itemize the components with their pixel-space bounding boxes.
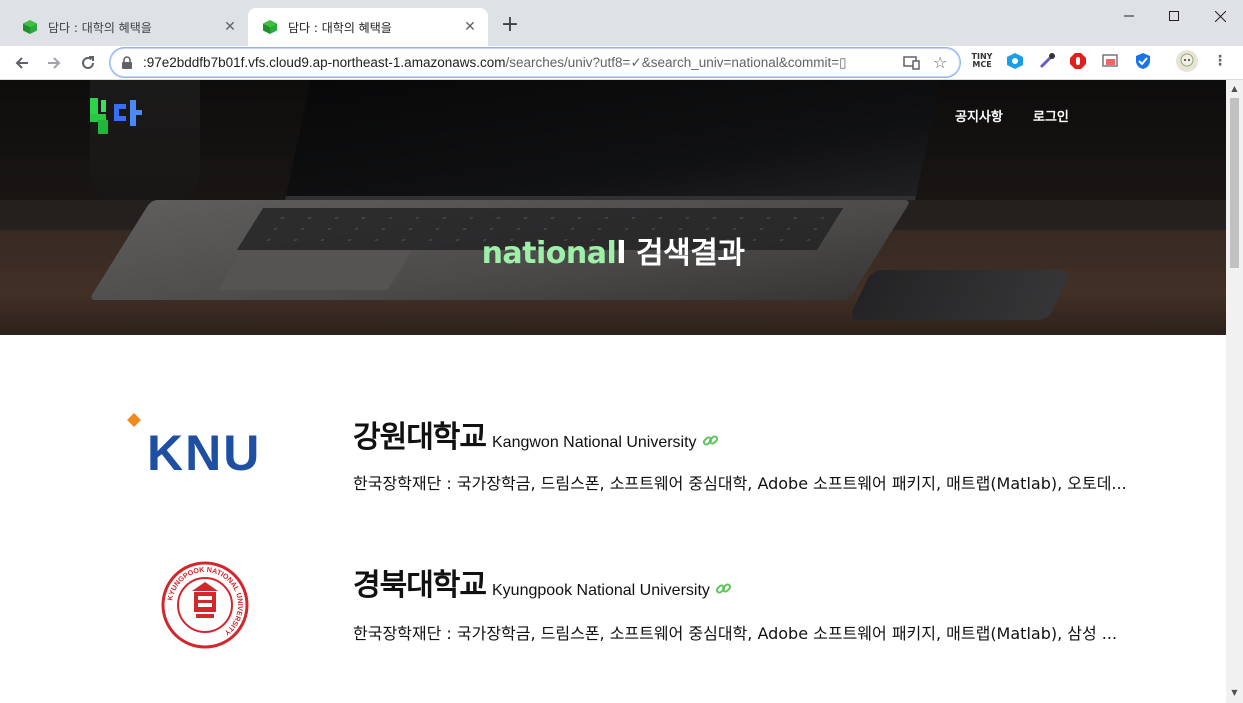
search-title-suffix: l 검색결과 [616, 236, 745, 271]
browser-tab-1[interactable]: 담다 : 대학의 혜택을 ✕ [8, 8, 248, 46]
arrow-right-icon [48, 57, 61, 69]
scroll-down-icon[interactable]: ▼ [1230, 688, 1239, 698]
search-result-title: nationall 검색결과 [0, 228, 1226, 272]
nav-notice-link[interactable]: 공지사항 [955, 106, 1003, 125]
cube-favicon-icon [263, 20, 277, 34]
page-viewport: 공지사항 로그인 nationall 검색결과 KNU 강원대학교 Kangwo… [0, 80, 1226, 703]
tab-title: 담다 : 대학의 혜택을 [48, 20, 152, 35]
university-name-row: 경북대학교 Kyungpook National University [353, 560, 732, 604]
eyedropper-icon[interactable] [1037, 51, 1057, 71]
logo-text: KNU [147, 425, 261, 480]
link-icon[interactable] [702, 432, 719, 449]
maximize-icon [1169, 11, 1179, 21]
forward-button[interactable] [40, 49, 68, 77]
screenshot-icon[interactable] [1100, 51, 1120, 71]
university-korean-name[interactable]: 경북대학교 [353, 560, 487, 604]
maximize-button[interactable] [1151, 0, 1197, 32]
university-english-name: Kyungpook National University [492, 582, 710, 599]
hero-banner: 공지사항 로그인 nationall 검색결과 [0, 80, 1226, 335]
minimize-icon [1124, 15, 1134, 17]
install-app-icon[interactable] [903, 55, 921, 71]
kyungpook-seal: KYUNGPOOK NATIONAL UNIVERSITY [161, 561, 249, 649]
university-benefits: 한국장학재단 : 국가장학금, 드림스폰, 소프트웨어 중심대학, Adobe … [353, 624, 1118, 643]
knu-logo: KNU [127, 413, 261, 480]
adblock-icon[interactable] [1068, 51, 1088, 71]
address-bar[interactable]: :97e2bddfb7b01f.vfs.cloud9.ap-northeast-… [110, 48, 960, 77]
university-logo[interactable]: KYUNGPOOK NATIONAL UNIVERSITY [120, 560, 290, 650]
close-icon [1214, 10, 1226, 22]
browser-menu-icon[interactable]: ⋮ [1210, 51, 1230, 71]
close-tab-icon[interactable]: ✕ [462, 19, 478, 35]
header-overlay [0, 80, 1226, 200]
url-path: /searches/univ?utf8=✓&search_univ=nation… [505, 55, 847, 70]
university-name-row: 강원대학교 Kangwon National University [353, 412, 719, 456]
minimize-button[interactable] [1106, 0, 1152, 32]
close-tab-icon[interactable]: ✕ [222, 19, 238, 35]
nav-login-link[interactable]: 로그인 [1033, 106, 1069, 125]
university-english-name: Kangwon National University [492, 434, 697, 451]
university-logo[interactable]: KNU [120, 400, 290, 490]
back-button[interactable] [8, 49, 36, 77]
reload-icon [82, 56, 94, 69]
page-scrollbar[interactable]: ▲ ▼ [1226, 80, 1243, 703]
university-korean-name[interactable]: 강원대학교 [353, 412, 487, 456]
lock-icon [122, 56, 132, 69]
arrow-left-icon [15, 57, 28, 69]
url-text[interactable]: :97e2bddfb7b01f.vfs.cloud9.ap-northeast-… [143, 55, 883, 71]
tab-title: 담다 : 대학의 혜택을 [288, 20, 392, 35]
cube-favicon-icon [23, 20, 37, 34]
search-keyword: national [481, 236, 617, 271]
shield-icon[interactable] [1133, 51, 1153, 71]
site-logo[interactable] [88, 94, 144, 138]
close-window-button[interactable] [1197, 0, 1243, 32]
browser-tab-2[interactable]: 담다 : 대학의 혜택을 ✕ [248, 8, 488, 46]
university-benefits: 한국장학재단 : 국가장학금, 드림스폰, 소프트웨어 중심대학, Adobe … [353, 474, 1127, 493]
new-tab-button[interactable]: + [498, 13, 522, 37]
reload-button[interactable] [74, 49, 102, 77]
tab-strip: 담다 : 대학의 혜택을 ✕ 담다 : 대학의 혜택을 ✕ + [0, 0, 1243, 46]
scroll-up-icon[interactable]: ▲ [1230, 84, 1239, 94]
bookmark-star-icon[interactable]: ☆ [933, 53, 947, 72]
result-item: KYUNGPOOK NATIONAL UNIVERSITY 경북대학교 Kyun… [0, 540, 1226, 670]
tinymce-icon[interactable]: TINY MCE [972, 51, 993, 71]
result-item: KNU 강원대학교 Kangwon National University 한국… [0, 390, 1226, 520]
profile-avatar[interactable] [1176, 50, 1198, 72]
eye-extension-icon[interactable] [1005, 51, 1025, 71]
browser-toolbar: :97e2bddfb7b01f.vfs.cloud9.ap-northeast-… [0, 46, 1243, 80]
link-icon[interactable] [715, 580, 732, 597]
scrollbar-thumb[interactable] [1230, 98, 1239, 268]
url-host: :97e2bddfb7b01f.vfs.cloud9.ap-northeast-… [143, 55, 506, 70]
